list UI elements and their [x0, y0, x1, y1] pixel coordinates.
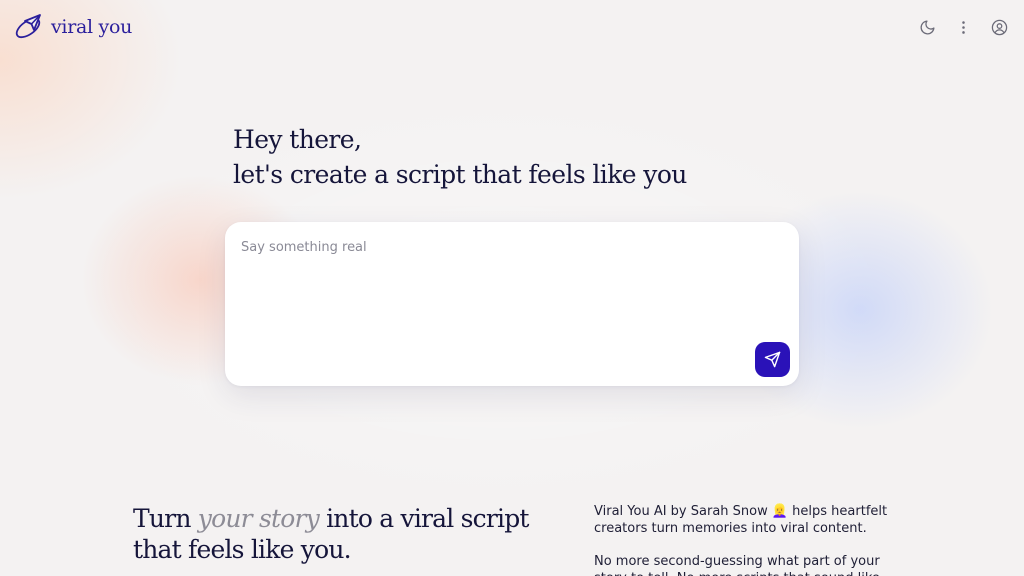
- send-icon: [764, 351, 781, 368]
- account-button[interactable]: [988, 16, 1010, 38]
- brand-name: viral you: [51, 16, 133, 38]
- logo-icon: [15, 14, 41, 39]
- user-circle-icon: [991, 19, 1007, 35]
- logo[interactable]: viral you: [14, 12, 132, 42]
- header-actions: [902, 16, 1010, 38]
- hero-heading-line1: Hey there,: [233, 125, 362, 154]
- tagline-heading: Turn your story into a viral script that…: [133, 503, 529, 565]
- hero-heading: Hey there, let's create a script that fe…: [233, 122, 687, 192]
- send-button[interactable]: [755, 342, 790, 377]
- more-vertical-icon: [961, 20, 965, 34]
- about-paragraph-1: Viral You AI by Sarah Snow 👱‍♀️ helps he…: [594, 504, 888, 536]
- prompt-input[interactable]: [241, 240, 741, 350]
- tagline-line1: Turn your story into a viral script: [133, 503, 529, 534]
- theme-toggle-button[interactable]: [916, 16, 938, 38]
- tagline-emphasis: your story: [197, 504, 320, 533]
- hero-heading-line2: let's create a script that feels like yo…: [233, 160, 687, 189]
- prompt-composer: [225, 222, 799, 386]
- tagline-line2: that feels like you.: [133, 535, 352, 564]
- moon-icon: [920, 19, 935, 34]
- more-options-button[interactable]: [952, 16, 974, 38]
- about-paragraph-2: No more second-guessing what part of you…: [594, 554, 880, 576]
- tagline-part1: Turn: [133, 504, 198, 533]
- tagline-part2: into a viral script: [318, 504, 529, 533]
- about-text: Viral You AI by Sarah Snow 👱‍♀️ helps he…: [594, 503, 894, 576]
- top-bar: viral you: [0, 0, 1024, 54]
